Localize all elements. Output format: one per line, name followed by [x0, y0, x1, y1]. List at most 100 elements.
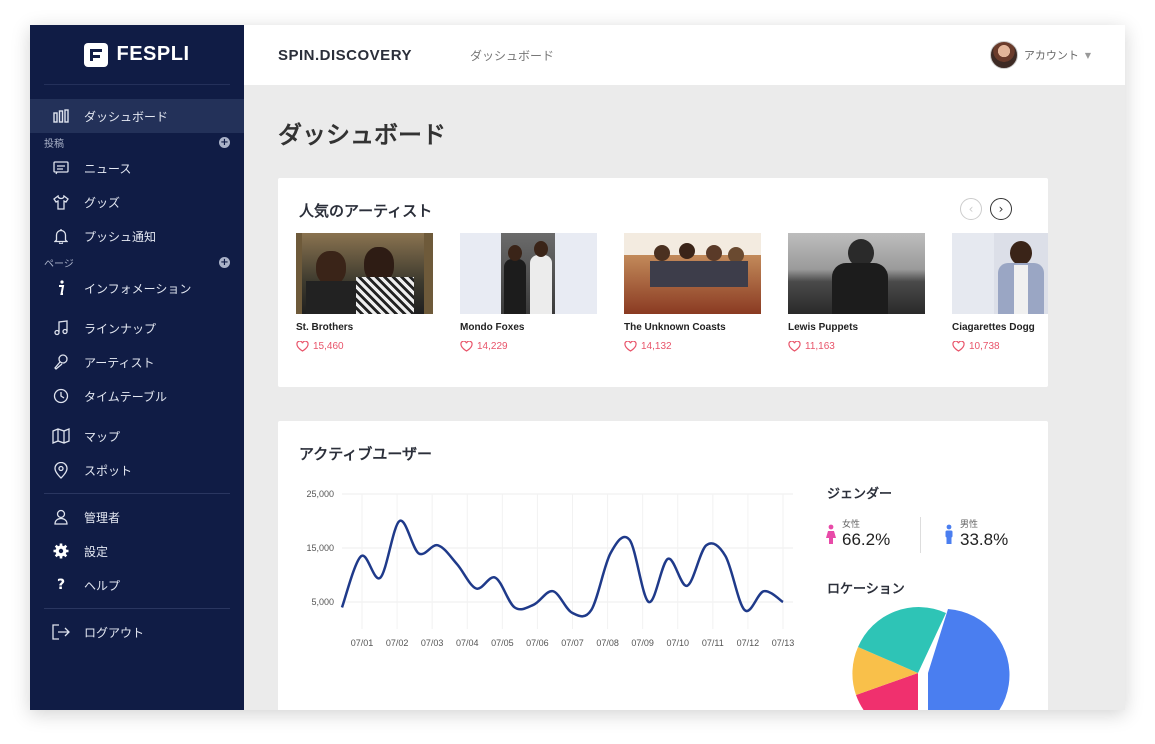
heart-icon[interactable] [624, 341, 637, 352]
header-link-dashboard[interactable]: ダッシュボード [470, 47, 554, 64]
x-tick-label: 07/07 [561, 638, 584, 648]
artist-name: The Unknown Coasts [624, 322, 726, 333]
heart-icon[interactable] [460, 341, 473, 352]
card-title: アクティブユーザー [299, 445, 433, 463]
brand[interactable]: FESPLI [44, 25, 230, 85]
x-tick-label: 07/13 [772, 638, 795, 648]
x-tick-label: 07/12 [737, 638, 760, 648]
location-pie-chart [852, 607, 1010, 710]
artist-likes: 15,460 [296, 341, 433, 352]
info-icon [52, 279, 70, 297]
app-window: FESPLI ダッシュボード 投稿 + ニュース グッズ プッシュ通知 ページ … [30, 25, 1125, 710]
card-title: 人気のアーティスト [299, 202, 433, 220]
artist-photo [296, 233, 433, 314]
female-stat: 女性 66.2% [826, 517, 890, 550]
sidebar-item-lineup[interactable]: ラインナップ [30, 311, 244, 345]
x-tick-label: 07/08 [596, 638, 619, 648]
heart-icon[interactable] [952, 341, 965, 352]
music-note-icon [52, 319, 70, 337]
likes-count: 11,163 [805, 341, 835, 352]
female-icon [826, 524, 836, 544]
sidebar-item-admin[interactable]: 管理者 [30, 500, 244, 534]
sidebar-item-artist[interactable]: アーティスト [30, 345, 244, 379]
sidebar-item-logout[interactable]: ログアウト [30, 615, 244, 649]
active-users-card: アクティブユーザー 25,000 15,000 5,000 07/01 07/02 07/… [278, 421, 1048, 710]
popular-artists-card: 人気のアーティスト ‹ › St. Brothers 15,460 Mondo … [278, 178, 1048, 387]
user-icon [52, 508, 70, 526]
bar-chart-icon [52, 107, 70, 125]
y-tick-label: 25,000 [306, 489, 334, 499]
likes-count: 14,132 [641, 341, 672, 352]
carousel-arrows: ‹ › [960, 198, 1012, 220]
sidebar-item-help[interactable]: ? ヘルプ [30, 568, 244, 602]
x-tick-label: 07/04 [456, 638, 479, 648]
sidebar-item-label: グッズ [84, 195, 121, 210]
sidebar-item-label: ダッシュボード [84, 109, 169, 124]
male-label: 男性 [960, 520, 979, 530]
caret-down-icon: ▼ [1084, 50, 1091, 60]
sidebar-item-timetable[interactable]: タイムテーブル [30, 379, 244, 413]
account-label: アカウント [1023, 49, 1079, 62]
artist-card[interactable]: Lewis Puppets 11,163 [788, 233, 925, 352]
add-page-plus-icon[interactable]: + [219, 256, 230, 268]
sidebar-item-settings[interactable]: 設定 [30, 534, 244, 568]
sidebar-item-news[interactable]: ニュース [30, 151, 244, 185]
male-stat: 男性 33.8% [944, 517, 1008, 550]
sidebar-item-spot[interactable]: スポット [30, 453, 244, 487]
sidebar-item-label: ログアウト [84, 625, 145, 640]
sidebar-item-label: アーティスト [84, 355, 155, 370]
chevron-left-icon[interactable]: ‹ [960, 198, 982, 220]
sidebar-item-label: タイムテーブル [84, 389, 168, 404]
section-posts-label: 投稿 [44, 138, 64, 150]
likes-count: 15,460 [313, 341, 344, 352]
male-icon [945, 524, 953, 544]
artist-name: Mondo Foxes [460, 322, 525, 333]
artist-likes: 14,132 [624, 341, 761, 352]
artist-likes: 11,163 [788, 341, 925, 352]
artist-card[interactable]: Mondo Foxes 14,229 [460, 233, 597, 352]
sidebar-nav: ダッシュボード 投稿 + ニュース グッズ プッシュ通知 ページ + インフォメ… [30, 99, 244, 649]
chevron-right-icon[interactable]: › [990, 198, 1012, 220]
x-tick-label: 07/10 [666, 638, 689, 648]
artist-name: Lewis Puppets [788, 322, 859, 333]
artist-card[interactable]: Ciagarettes Dogg 10,738 [952, 233, 1048, 352]
tshirt-icon [52, 193, 70, 211]
sidebar-item-map[interactable]: マップ [30, 419, 244, 453]
likes-count: 10,738 [969, 341, 1000, 352]
active-users-chart: 25,000 15,000 5,000 07/01 07/02 07/03 07/04 07/… [306, 489, 795, 648]
sidebar-divider [44, 493, 230, 494]
y-tick-label: 5,000 [311, 597, 334, 607]
sidebar-item-information[interactable]: インフォメーション [30, 271, 244, 305]
sidebar-item-label: インフォメーション [84, 281, 192, 296]
site-name[interactable]: SPIN.DISCOVERY [278, 47, 412, 64]
y-tick-label: 15,000 [306, 543, 334, 553]
sidebar-item-label: 設定 [84, 544, 109, 559]
artist-card[interactable]: The Unknown Coasts 14,132 [624, 233, 761, 352]
add-post-plus-icon[interactable]: + [219, 136, 230, 148]
news-icon [52, 159, 70, 177]
section-posts: 投稿 + [30, 133, 244, 151]
map-icon [52, 427, 70, 445]
x-tick-label: 07/06 [526, 638, 549, 648]
logout-icon [52, 623, 70, 641]
sidebar-item-dashboard[interactable]: ダッシュボード [30, 99, 244, 133]
account-menu[interactable]: アカウント ▼ [989, 41, 1091, 69]
heart-icon[interactable] [296, 341, 309, 352]
sidebar-item-goods[interactable]: グッズ [30, 185, 244, 219]
heart-icon[interactable] [788, 341, 801, 352]
sidebar-item-label: ニュース [84, 161, 132, 176]
artist-card[interactable]: St. Brothers 15,460 [296, 233, 433, 352]
brand-logo-icon [84, 42, 109, 67]
gender-divider [920, 517, 921, 553]
x-tick-label: 07/11 [702, 638, 724, 648]
section-pages: ページ + [30, 253, 244, 271]
sidebar-item-label: プッシュ通知 [84, 229, 157, 244]
artist-photo [460, 233, 597, 314]
artist-likes: 10,738 [952, 341, 1048, 352]
artist-likes: 14,229 [460, 341, 597, 352]
gender-title: ジェンダー [827, 487, 893, 502]
location-title: ロケーション [827, 582, 905, 597]
sidebar-item-push[interactable]: プッシュ通知 [30, 219, 244, 253]
brand-name: FESPLI [116, 43, 190, 65]
artist-name: Ciagarettes Dogg [952, 322, 1035, 333]
